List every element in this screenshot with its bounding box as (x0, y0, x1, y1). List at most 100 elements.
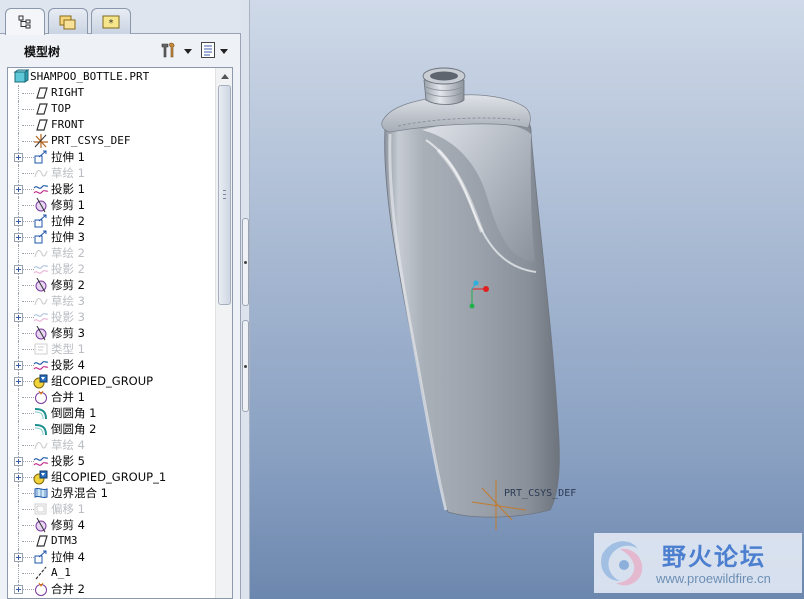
tree-item[interactable]: 投影 5 (8, 453, 214, 469)
type-icon (33, 341, 49, 357)
tree-item-label: 拉伸 2 (51, 214, 85, 228)
tree-settings-button[interactable] (160, 41, 192, 61)
panel-splitter[interactable] (241, 0, 250, 599)
tree-item-label: 倒圆角 1 (51, 406, 97, 420)
tree-root-item[interactable]: SHAMPOO_BOTTLE.PRT (8, 69, 214, 85)
favorites-tab[interactable]: * (91, 8, 131, 34)
sketch-icon (33, 437, 49, 453)
tree-item[interactable]: 投影 4 (8, 357, 214, 373)
tree-item[interactable]: 投影 1 (8, 181, 214, 197)
tree-item[interactable]: 草绘 2 (8, 245, 214, 261)
tree-item-label: 类型 1 (51, 342, 85, 356)
trim-icon (33, 325, 49, 341)
expand-icon[interactable] (14, 457, 23, 466)
tree-item[interactable]: 偏移 1 (8, 501, 214, 517)
expand-icon[interactable] (14, 265, 23, 274)
tree-item[interactable]: TOP (8, 101, 214, 117)
scroll-up-button[interactable] (217, 69, 232, 84)
tree-item[interactable]: 修剪 3 (8, 325, 214, 341)
svg-text:*: * (109, 18, 114, 29)
tree-item[interactable]: 组COPIED_GROUP_1 (8, 469, 214, 485)
tree-item[interactable]: 草绘 4 (8, 437, 214, 453)
tree-scrollbar[interactable] (215, 68, 232, 598)
expand-icon[interactable] (14, 377, 23, 386)
expand-icon[interactable] (14, 217, 23, 226)
tree-item-label: 修剪 4 (51, 518, 85, 532)
tree-item[interactable]: PRT_CSYS_DEF (8, 133, 214, 149)
tree-item[interactable]: 拉伸 2 (8, 213, 214, 229)
extrude-icon (33, 229, 49, 245)
tree-item[interactable]: 倒圆角 1 (8, 405, 214, 421)
expand-icon[interactable] (14, 585, 23, 594)
scroll-thumb[interactable] (218, 85, 231, 305)
tree-item-label: TOP (51, 102, 71, 115)
tree-item[interactable]: 边界混合 1 (8, 485, 214, 501)
model-tree-tab[interactable] (5, 8, 45, 35)
tree-item[interactable]: RIGHT (8, 85, 214, 101)
graphics-window[interactable]: PRT_CSYS_DEF 野火论坛 www.proewildfire.cn (250, 0, 804, 599)
group-icon (33, 373, 49, 389)
tree-show-button[interactable] (200, 41, 228, 61)
part-icon (13, 69, 29, 85)
tree-item[interactable]: 草绘 1 (8, 165, 214, 181)
tree-item[interactable]: 拉伸 4 (8, 549, 214, 565)
tree-item-label: 修剪 3 (51, 326, 85, 340)
datum-plane-icon (33, 117, 49, 133)
folder-browser-tab[interactable] (48, 8, 88, 34)
watermark-title: 野火论坛 (662, 543, 766, 571)
tree-item[interactable]: 倒圆角 2 (8, 421, 214, 437)
tree-item-label: 草绘 4 (51, 438, 85, 452)
tree-item[interactable]: 投影 3 (8, 309, 214, 325)
tree-item[interactable]: DTM3 (8, 533, 214, 549)
tree-item[interactable]: 合并 1 (8, 389, 214, 405)
trim-icon (33, 197, 49, 213)
list-icon (200, 41, 216, 62)
extrude-icon (33, 549, 49, 565)
tree-item[interactable]: 拉伸 1 (8, 149, 214, 165)
tree-item[interactable]: 修剪 2 (8, 277, 214, 293)
expand-icon[interactable] (14, 185, 23, 194)
tree-item-label: DTM3 (51, 534, 78, 547)
tree-item-label: 草绘 2 (51, 246, 85, 260)
splitter-handle-top[interactable] (242, 218, 249, 306)
tree-item[interactable]: 组COPIED_GROUP (8, 373, 214, 389)
csys-icon (33, 133, 49, 149)
merge-icon (33, 581, 49, 597)
tree-item[interactable]: 投影 2 (8, 261, 214, 277)
tree-item[interactable]: 修剪 1 (8, 197, 214, 213)
expand-icon[interactable] (14, 361, 23, 370)
tree-item-label: RIGHT (51, 86, 85, 99)
tree-title: 模型树 (24, 45, 61, 59)
expand-icon[interactable] (14, 153, 23, 162)
expand-icon[interactable] (14, 233, 23, 242)
watermark: 野火论坛 www.proewildfire.cn (594, 533, 802, 593)
projection-icon (33, 309, 49, 325)
datum-axis-icon (33, 565, 49, 581)
tree-item[interactable]: 修剪 4 (8, 517, 214, 533)
tree-item[interactable]: A_1 (8, 565, 214, 581)
tree-item[interactable]: 草绘 3 (8, 293, 214, 309)
expand-icon[interactable] (14, 473, 23, 482)
tree-header: 模型树 (0, 35, 241, 65)
navigator-panel: * 模型树 SHAMPOO_BOTTLE.PRT RIGHT TOP FRONT PRT… (0, 0, 241, 599)
tree-item[interactable]: FRONT (8, 117, 214, 133)
tree-item-label: FRONT (51, 118, 85, 131)
tree-item-label: 投影 5 (51, 454, 85, 468)
tree-item-label: 拉伸 4 (51, 550, 85, 564)
tree-item[interactable]: 拉伸 3 (8, 229, 214, 245)
tree-item-label: 合并 2 (51, 582, 85, 596)
folder-browser-icon (59, 14, 77, 30)
datum-plane-icon (33, 533, 49, 549)
expand-icon[interactable] (14, 313, 23, 322)
expand-icon[interactable] (14, 553, 23, 562)
model-tree[interactable]: SHAMPOO_BOTTLE.PRT RIGHT TOP FRONT PRT_CSYS_… (7, 67, 233, 599)
favorites-icon: * (102, 15, 120, 29)
tree-item[interactable]: 合并 2 (8, 581, 214, 597)
tree-item-label: 边界混合 1 (51, 486, 108, 500)
tree-item-label: 合并 1 (51, 390, 85, 404)
sketch-icon (33, 165, 49, 181)
splitter-handle-bottom[interactable] (242, 320, 249, 412)
tree-item-label: 拉伸 3 (51, 230, 85, 244)
model-tree-icon (18, 15, 32, 29)
tree-item[interactable]: 类型 1 (8, 341, 214, 357)
